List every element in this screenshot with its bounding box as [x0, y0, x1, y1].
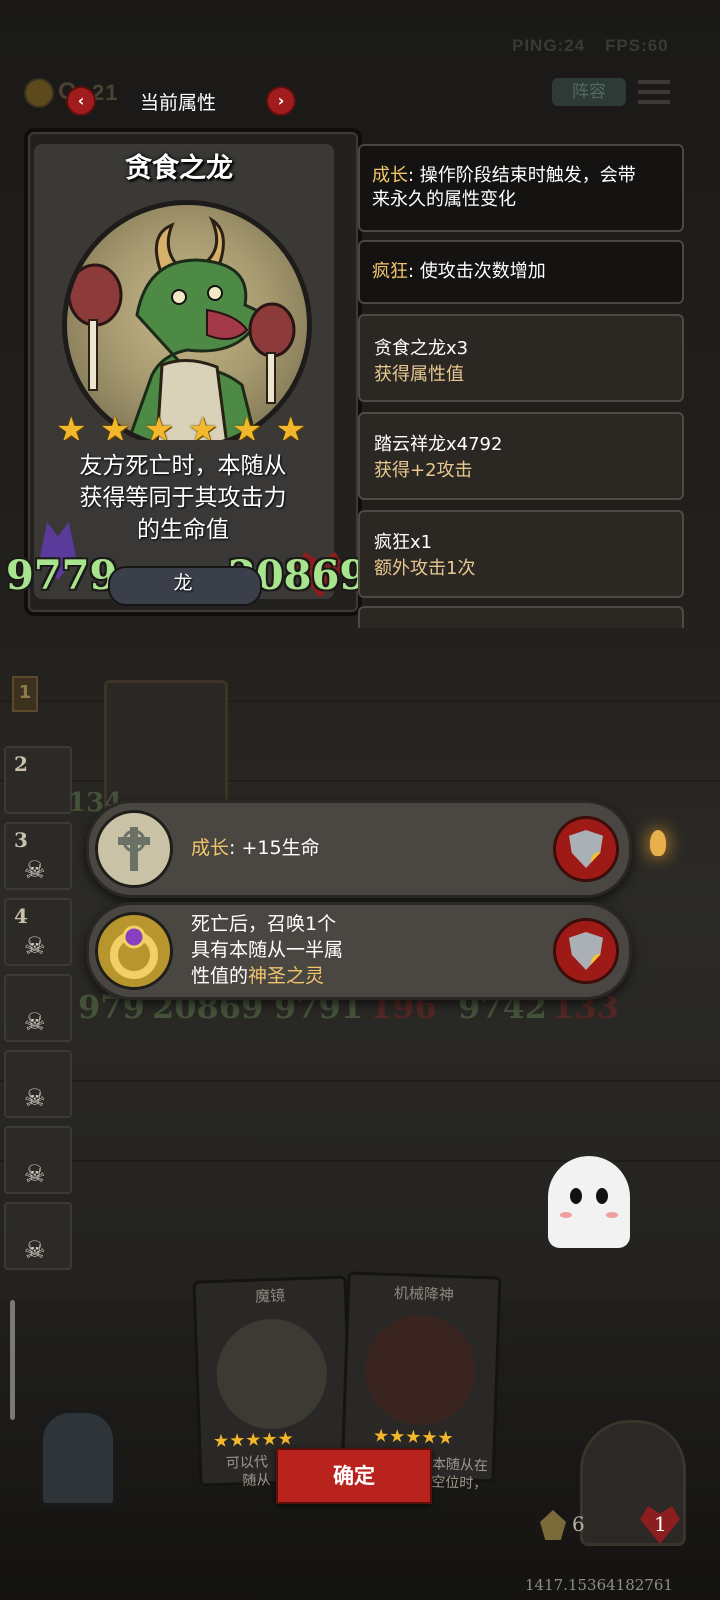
- hand-card-text: 本随从在 空位时，: [431, 1455, 488, 1493]
- skull-icon: ☠: [24, 1008, 46, 1036]
- mirror-portal-icon[interactable]: [40, 1410, 116, 1506]
- shield-icon: −: [569, 932, 603, 970]
- hand-card-title: 机械降神: [393, 1284, 455, 1305]
- ghost-blush: [606, 1212, 618, 1218]
- keyword-text: : 操作阶段结束时触发，会带: [408, 165, 636, 186]
- chevron-right-icon[interactable]: ›: [266, 86, 296, 116]
- gold-coin-icon: [24, 78, 54, 108]
- ghost-eye: [570, 1188, 582, 1204]
- keyword-label: 成长: [191, 837, 230, 859]
- buff-detail: 获得+2攻击: [374, 460, 473, 481]
- tribe-label: 龙: [173, 572, 193, 594]
- side-slot[interactable]: 3 ☠: [4, 822, 72, 890]
- gravestone-cross-icon: [95, 810, 173, 888]
- shield-icon: −: [569, 830, 603, 868]
- side-slot[interactable]: ☠: [4, 1202, 72, 1270]
- page-title: 当前属性: [139, 92, 216, 114]
- side-slot[interactable]: 2: [4, 746, 72, 814]
- chevron-left-icon[interactable]: ‹: [66, 86, 96, 116]
- hand-card-art: [214, 1317, 329, 1431]
- card-description: 友方死亡时，本随从 获得等同于其攻击力 的生命值: [52, 450, 314, 546]
- skull-icon: ☠: [24, 1160, 46, 1188]
- slot-number: 4: [14, 904, 28, 928]
- coordinate-readout: 1417.15364182761: [525, 1576, 673, 1594]
- keyword-label: 疯狂: [372, 261, 408, 282]
- buff-entry: 疯狂x1 额外攻击1次: [358, 510, 684, 598]
- effect-text: 成长: +15生命: [191, 835, 320, 861]
- buff-title: 疯狂x1: [374, 532, 433, 553]
- skull-icon: ☠: [24, 1084, 46, 1112]
- hand-card-stars: ★★★★★: [372, 1425, 454, 1450]
- scroll-indicator[interactable]: [10, 1300, 15, 1420]
- side-slot[interactable]: ☠: [4, 974, 72, 1042]
- hand-card-text: 可以代 随从: [226, 1453, 271, 1491]
- buff-entry-partial: [358, 606, 684, 628]
- hand-card-art: [363, 1313, 478, 1427]
- menu-icon[interactable]: [638, 80, 670, 104]
- ghost-mascot[interactable]: [548, 1156, 630, 1248]
- turn-number-badge: 1: [12, 676, 38, 712]
- effect-value: +15生命: [241, 837, 320, 859]
- hero-health-count: 1: [654, 1512, 667, 1536]
- effect-text: 死亡后，召唤1个 具有本随从一半属 性值的神圣之灵: [191, 911, 343, 989]
- description-line: 友方死亡时，本随从: [79, 453, 287, 479]
- skull-icon: ☠: [24, 856, 46, 884]
- keyword-info-growth: 成长: 操作阶段结束时触发，会带 来永久的属性变化: [358, 144, 684, 232]
- confirm-button[interactable]: 确定: [276, 1448, 432, 1504]
- slot-number: 1: [18, 682, 32, 703]
- side-slot[interactable]: 4 ☠: [4, 898, 72, 966]
- hand-card-line: 空位时，: [431, 1474, 488, 1493]
- effect-line: 性值的: [191, 965, 249, 987]
- effect-colon: :: [229, 837, 242, 859]
- coin-count: 6: [572, 1512, 585, 1536]
- keyword-label: 成长: [372, 165, 408, 186]
- ping-readout: PING:24: [512, 36, 586, 55]
- gold-value: 21: [92, 80, 119, 105]
- slot-number: 2: [14, 752, 28, 776]
- buff-entry: 贪食之龙x3 获得属性值: [358, 314, 684, 402]
- wall-line: [0, 1160, 720, 1162]
- slot-number: 3: [14, 828, 28, 852]
- lineup-button[interactable]: 阵容: [552, 78, 626, 106]
- effect-deathrattle: 死亡后，召唤1个 具有本随从一半属 性值的神圣之灵 −: [86, 902, 632, 1000]
- side-slot[interactable]: ☠: [4, 1050, 72, 1118]
- wall-line: [0, 1080, 720, 1082]
- buff-title: 踏云祥龙x4792: [374, 434, 503, 455]
- effect-line: 具有本随从一半属: [191, 939, 344, 961]
- fps-readout: FPS:60: [605, 36, 669, 55]
- attack-value: 9779: [6, 552, 118, 599]
- hand-card-line: 随从: [242, 1472, 271, 1490]
- minus-icon: −: [591, 852, 603, 868]
- effect-growth: 成长: +15生命 −: [86, 800, 632, 898]
- side-slot[interactable]: ☠: [4, 1126, 72, 1194]
- hand-card-line: 本随从在: [431, 1456, 489, 1475]
- hand-card-title: 魔镜: [254, 1286, 286, 1306]
- keyword-text: 来永久的属性变化: [372, 189, 516, 210]
- buff-detail: 额外攻击1次: [374, 558, 476, 579]
- buff-entry: 踏云祥龙x4792 获得+2攻击: [358, 412, 684, 500]
- ghost-blush: [560, 1212, 572, 1218]
- card-name: 贪食之龙: [125, 153, 233, 184]
- description-line: 的生命值: [137, 517, 229, 543]
- keyword-info-frenzy: 疯狂: 使攻击次数增加: [358, 240, 684, 304]
- ghost-eye: [596, 1188, 608, 1204]
- skull-icon: ☠: [24, 1236, 46, 1264]
- buff-detail: 获得属性值: [374, 364, 464, 385]
- dragon-illustration: [67, 216, 296, 445]
- remove-effect-button[interactable]: −: [553, 918, 619, 984]
- hand-card-line: 可以代: [225, 1454, 269, 1472]
- description-line: 获得等同于其攻击力: [79, 485, 287, 511]
- keyword-text: : 使攻击次数增加: [408, 261, 546, 282]
- lineup-label: 阵容: [572, 82, 606, 102]
- gold-ring-icon: [95, 912, 173, 990]
- candle-flame-icon: [650, 830, 666, 856]
- keyword-label: 神圣之灵: [248, 965, 325, 987]
- effect-line: 死亡后，召唤1个: [191, 913, 337, 935]
- minus-icon: −: [591, 954, 603, 970]
- buff-title: 贪食之龙x3: [374, 338, 469, 359]
- remove-effect-button[interactable]: −: [553, 816, 619, 882]
- skull-icon: ☠: [24, 932, 46, 960]
